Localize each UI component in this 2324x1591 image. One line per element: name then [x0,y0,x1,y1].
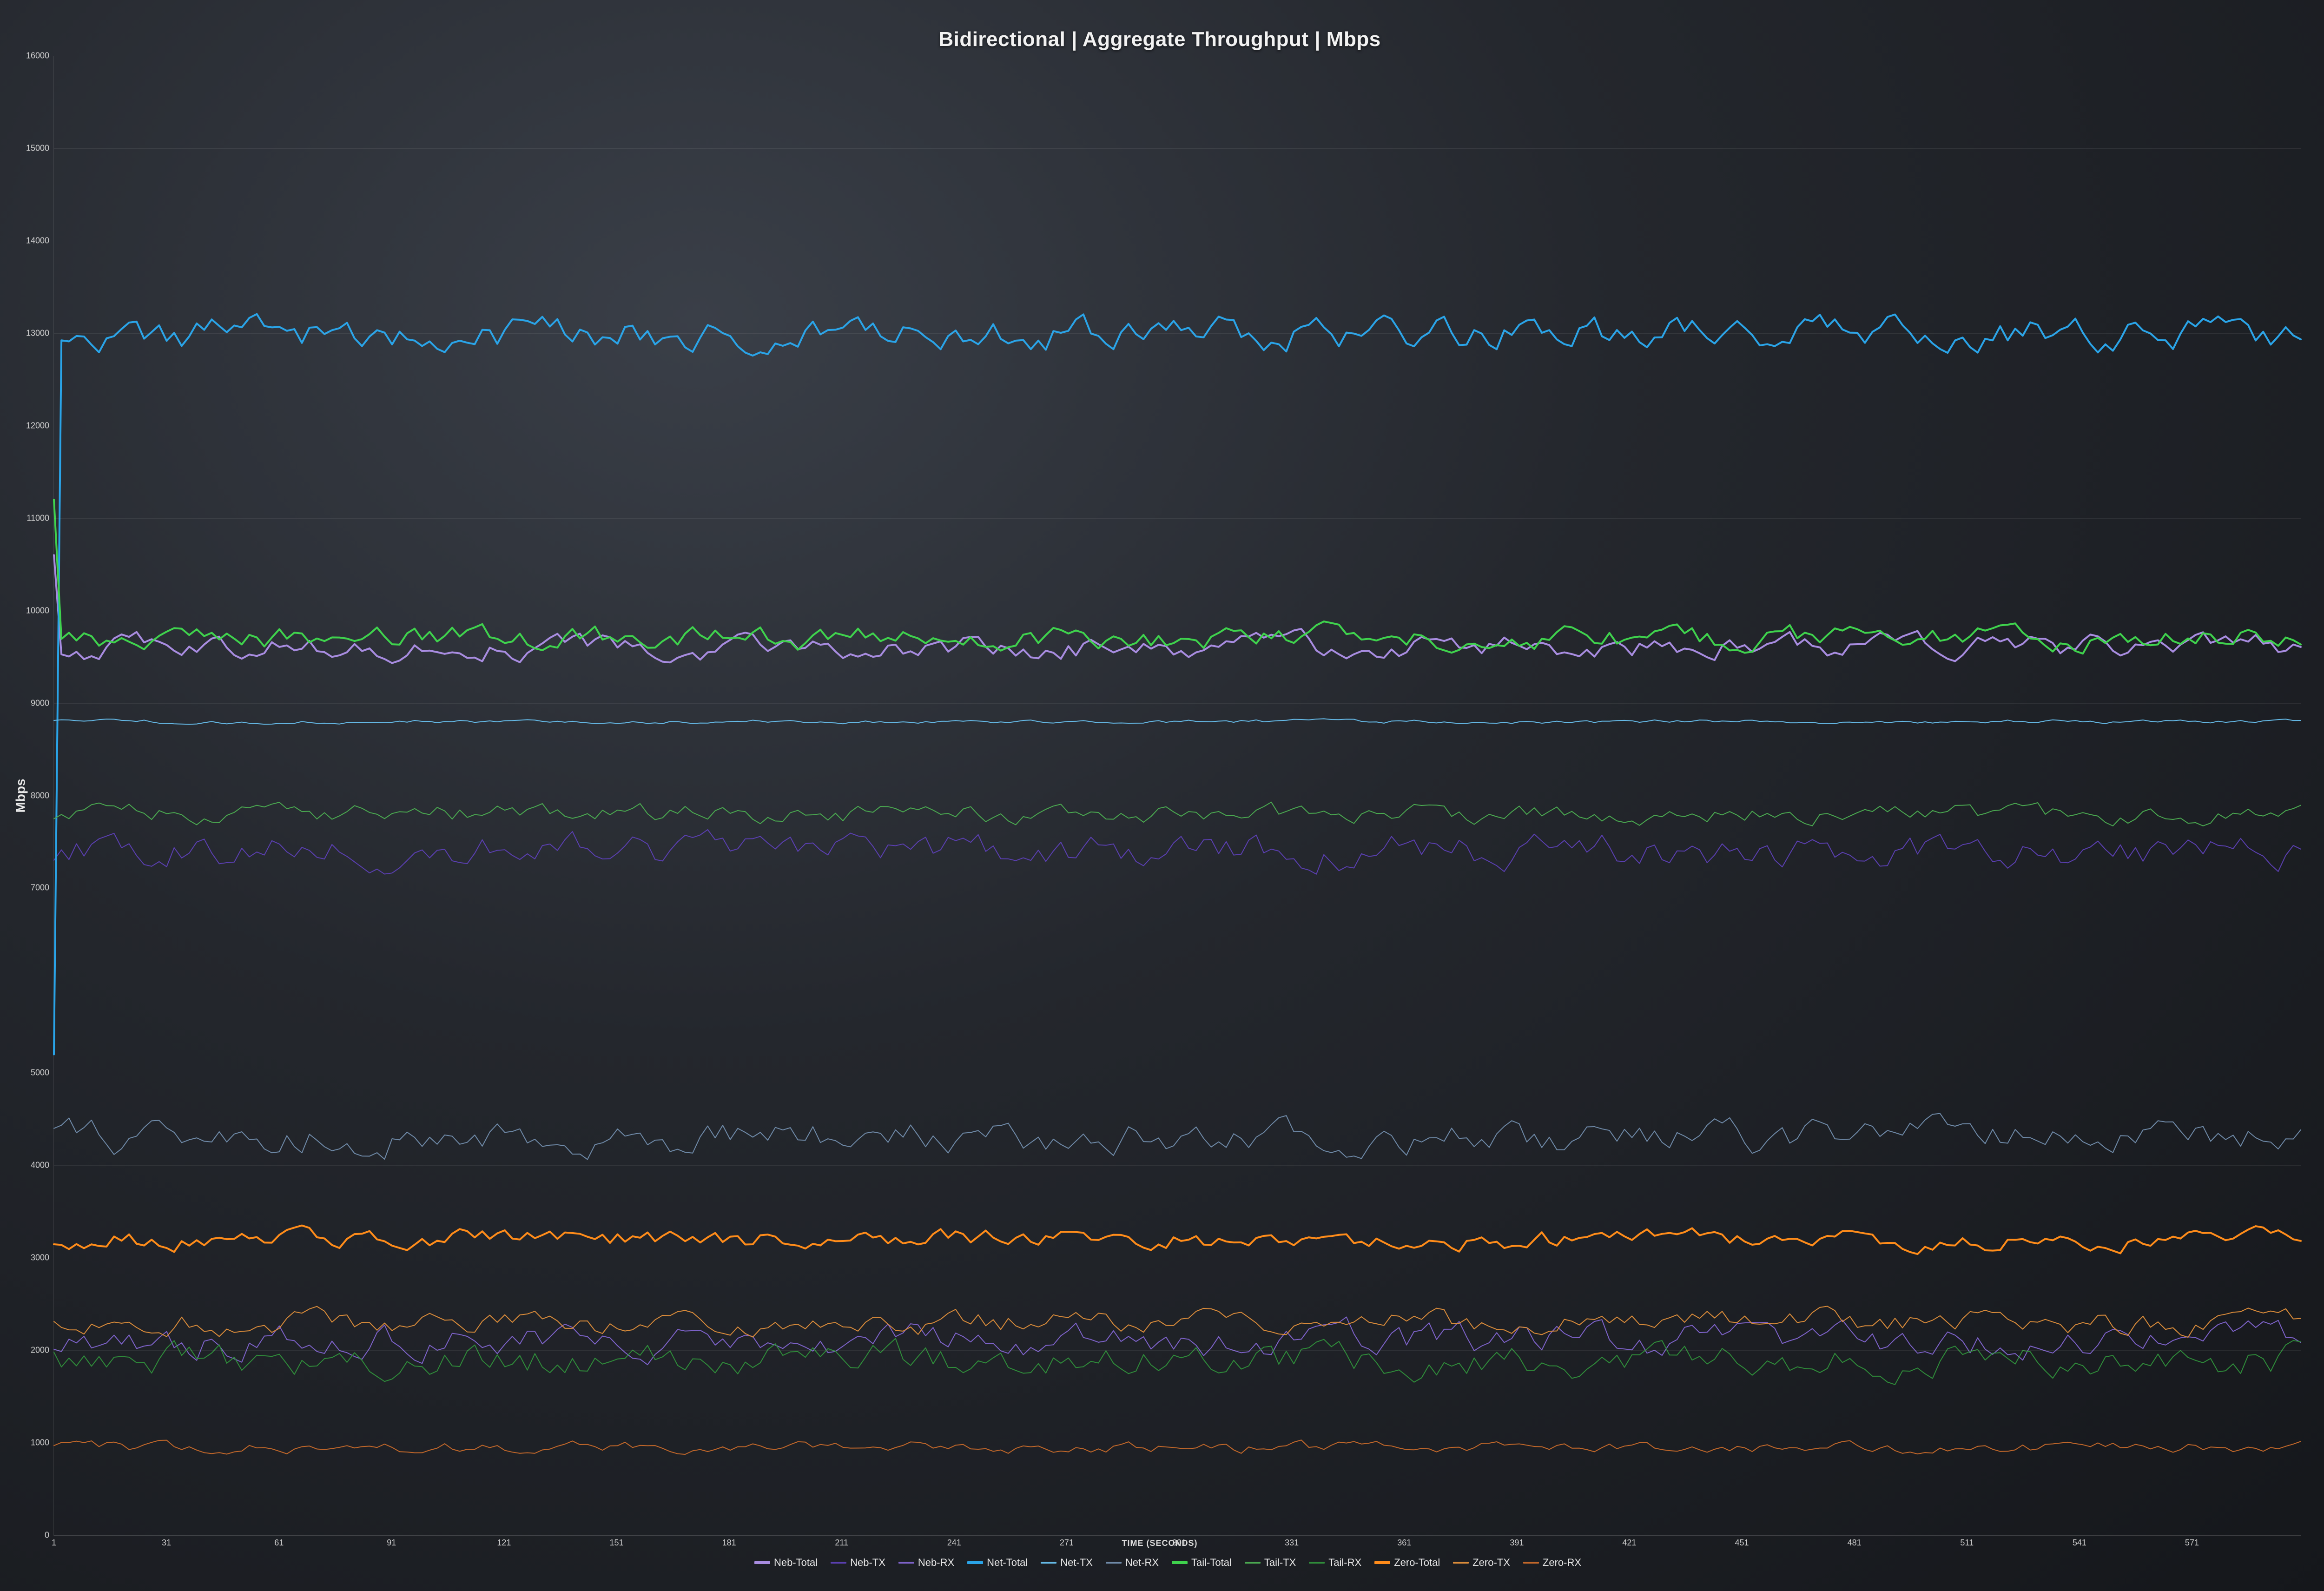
y-tick-label: 1000 [31,1438,54,1448]
y-axis-label: Mbps [13,779,28,812]
x-tick-label: 331 [1285,1535,1299,1548]
legend-label: Neb-TX [850,1557,885,1569]
series-tail-rx [54,1339,2301,1385]
series-zero-total [54,1226,2301,1254]
legend-item: Net-TX [1041,1557,1093,1569]
legend-label: Net-Total [987,1557,1028,1569]
legend-item: Tail-RX [1309,1557,1361,1569]
plot-area: 0100020003000400050007000800090001000011… [53,56,2301,1536]
grid-line [54,1350,2301,1351]
series-net-total [54,314,2301,1055]
legend-label: Neb-Total [774,1557,818,1569]
legend-swatch [967,1561,983,1564]
series-neb-total [54,555,2301,663]
legend-swatch [1106,1562,1122,1564]
y-tick-label: 7000 [31,883,54,893]
legend-item: Zero-TX [1453,1557,1510,1569]
legend-item: Neb-RX [898,1557,954,1569]
y-tick-label: 5000 [31,1068,54,1078]
y-tick-label: 14000 [26,236,54,245]
y-tick-label: 4000 [31,1161,54,1170]
legend-swatch [1041,1562,1056,1564]
x-tick-label: 211 [835,1535,848,1548]
grid-line [54,333,2301,334]
x-tick-label: 361 [1397,1535,1411,1548]
legend-swatch [754,1561,770,1564]
chart-title: Bidirectional | Aggregate Throughput | M… [9,28,2310,51]
legend-label: Tail-TX [1264,1557,1296,1569]
legend-label: Neb-RX [918,1557,954,1569]
x-tick-label: 61 [274,1535,284,1548]
series-neb-rx [54,1317,2301,1365]
x-tick-label: 151 [609,1535,623,1548]
legend-label: Zero-Total [1394,1557,1440,1569]
legend-swatch [1245,1562,1261,1564]
x-tick-label: 511 [1960,1535,1974,1548]
legend-item: Net-Total [967,1557,1028,1569]
grid-line [54,703,2301,704]
series-zero-tx [54,1306,2301,1337]
series-zero-rx [54,1440,2301,1454]
grid-line [54,1165,2301,1166]
legend-item: Zero-Total [1374,1557,1440,1569]
legend-swatch [831,1562,846,1564]
y-tick-label: 12000 [26,421,54,430]
series-tail-tx [54,802,2301,826]
grid-line [54,518,2301,519]
y-tick-label: 9000 [31,698,54,708]
legend-label: Net-TX [1060,1557,1093,1569]
y-tick-label: 15000 [26,143,54,153]
legend-label: Zero-TX [1472,1557,1510,1569]
legend-swatch [1523,1562,1539,1564]
legend-item: Tail-Total [1172,1557,1232,1569]
legend-item: Net-RX [1106,1557,1159,1569]
legend-label: Tail-Total [1191,1557,1232,1569]
series-neb-tx [54,830,2301,874]
y-tick-label: 11000 [26,513,54,523]
legend-label: Net-RX [1125,1557,1159,1569]
x-tick-label: 241 [947,1535,961,1548]
x-tick-label: 31 [162,1535,171,1548]
x-tick-label: 301 [1172,1535,1186,1548]
series-tail-total [54,500,2301,654]
x-tick-label: 391 [1510,1535,1524,1548]
x-tick-label: 421 [1622,1535,1636,1548]
legend-swatch [1309,1562,1325,1564]
legend-label: Tail-RX [1328,1557,1361,1569]
x-tick-label: 181 [722,1535,736,1548]
legend-item: Tail-TX [1245,1557,1296,1569]
legend-item: Neb-TX [831,1557,885,1569]
x-tick-label: 271 [1060,1535,1074,1548]
x-tick-label: 451 [1735,1535,1749,1548]
y-tick-label: 3000 [31,1253,54,1263]
y-tick-label: 10000 [26,606,54,615]
y-tick-label: 2000 [31,1346,54,1355]
legend: Neb-Total Neb-TX Neb-RX Net-Total Net-TX Net-… [53,1557,2282,1569]
y-tick-label: 16000 [26,51,54,61]
x-tick-label: 571 [2185,1535,2199,1548]
y-tick-label: 13000 [26,328,54,338]
legend-item: Zero-RX [1523,1557,1581,1569]
y-tick-label: 8000 [31,791,54,800]
legend-item: Neb-Total [754,1557,818,1569]
legend-label: Zero-RX [1543,1557,1581,1569]
legend-swatch [1453,1562,1469,1564]
x-tick-label: 121 [497,1535,511,1548]
legend-swatch [898,1562,914,1564]
legend-swatch [1374,1561,1390,1564]
chart-container: Bidirectional | Aggregate Throughput | M… [0,0,2324,1591]
legend-swatch [1172,1561,1188,1564]
x-tick-label: 91 [387,1535,396,1548]
series-net-tx [54,719,2301,724]
grid-line [54,148,2301,149]
x-tick-label: 481 [1848,1535,1862,1548]
series-net-rx [54,1114,2301,1160]
x-tick-label: 1 [52,1535,56,1548]
x-tick-label: 541 [2073,1535,2086,1548]
